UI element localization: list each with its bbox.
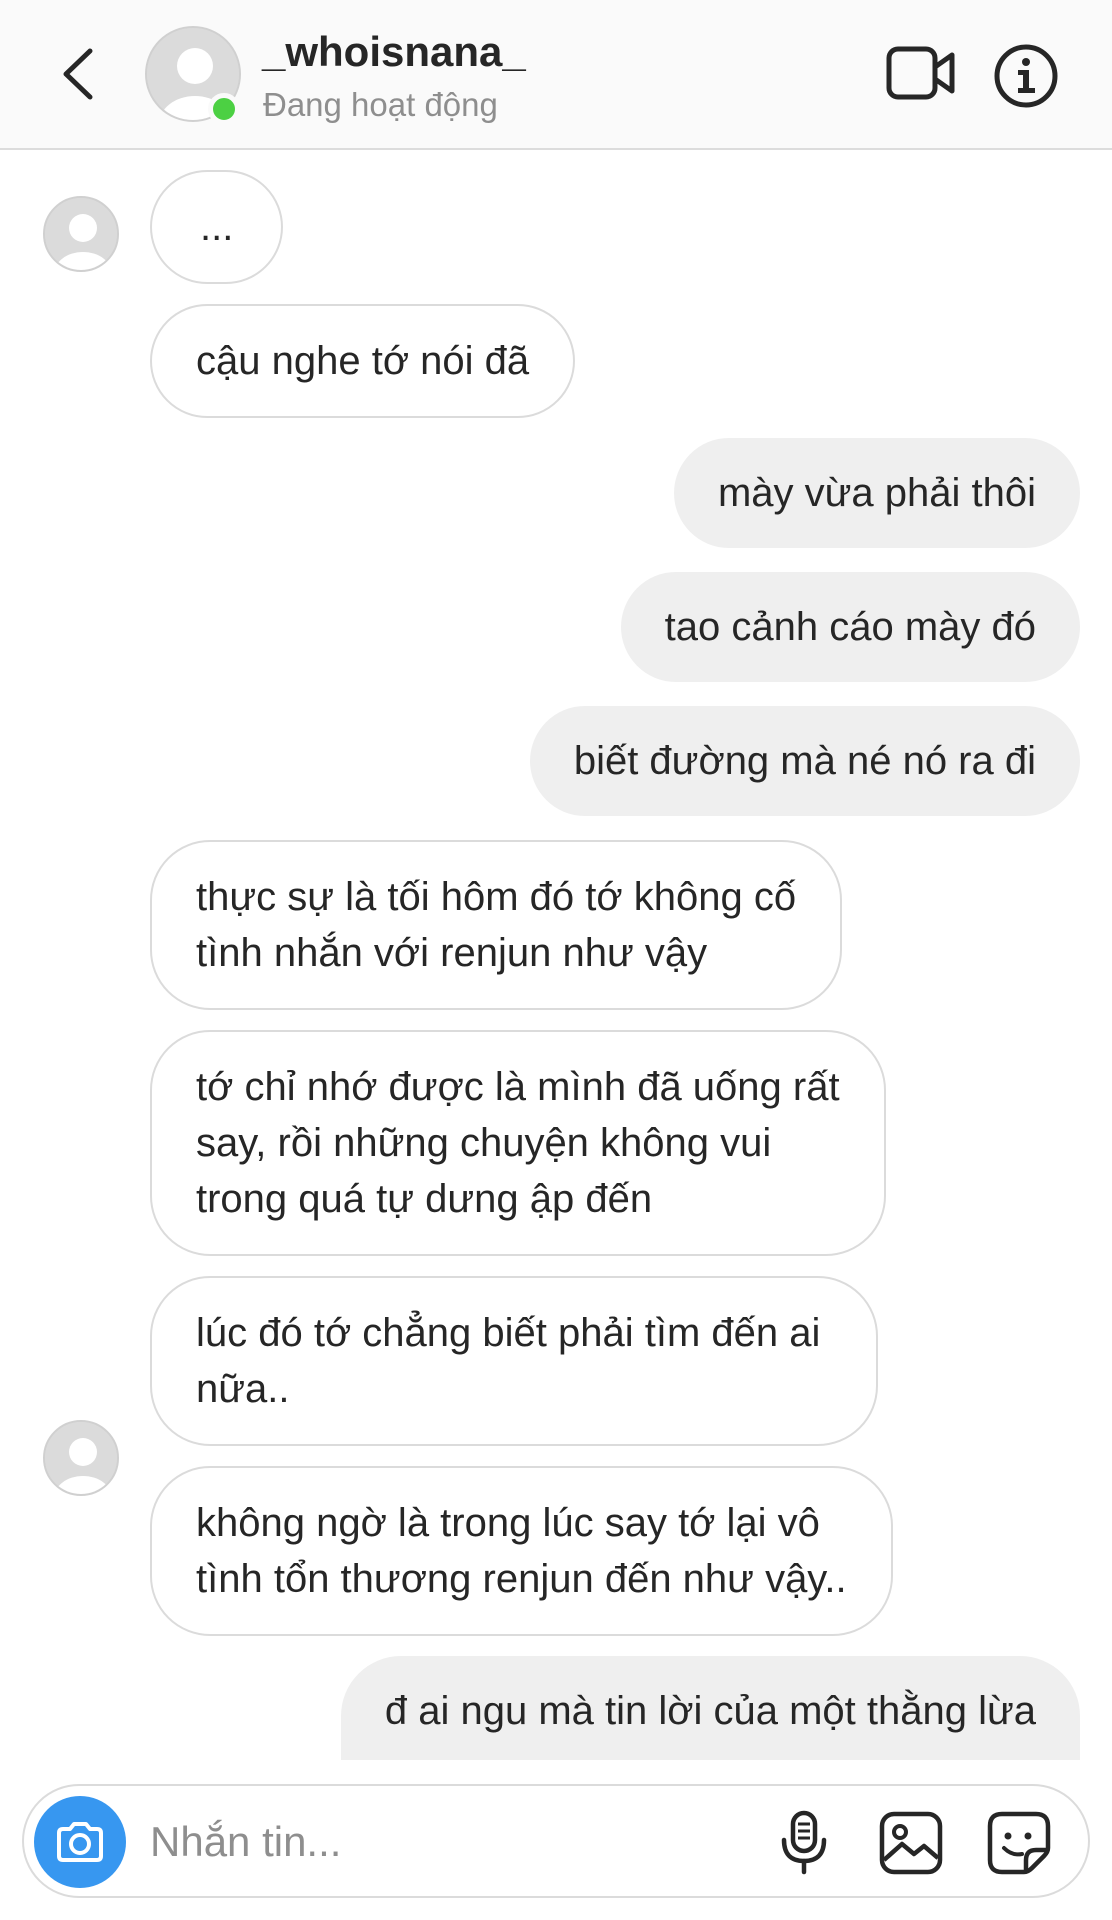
incoming-message-bubble[interactable]: không ngờ là trong lúc say tớ lại vô tìn… [150, 1466, 893, 1636]
sender-avatar[interactable] [43, 196, 119, 272]
camera-icon [57, 1822, 103, 1862]
incoming-message-bubble[interactable]: tớ chỉ nhớ được là mình đã uống rất say,… [150, 1030, 886, 1256]
message-text: tình nhắn với renjun như vậy [196, 931, 708, 975]
message-text: thực sự là tối hôm đó tớ không cố [196, 875, 797, 919]
message-input[interactable] [150, 1810, 650, 1874]
incoming-message-bubble[interactable]: ... [150, 170, 284, 284]
camera-button[interactable] [34, 1796, 126, 1888]
message-text: tao cảnh cáo mày đó [664, 605, 1036, 649]
message-row: biết đường mà né nó ra đi [0, 706, 1112, 824]
message-row: tao cảnh cáo mày đó [0, 572, 1112, 690]
chevron-left-icon [63, 48, 93, 100]
message-row: mày vừa phải thôi [0, 438, 1112, 556]
message-row: lúc đó tớ chẳng biết phải tìm đến ai nữa… [0, 1276, 1112, 1450]
message-row: thực sự là tối hôm đó tớ không cố tình n… [0, 840, 1112, 1014]
sticker-button[interactable] [986, 1810, 1052, 1876]
active-status: Đang hoạt động [263, 86, 498, 123]
default-avatar-icon [45, 1422, 117, 1494]
message-text: trong quá tự dưng ập đến [196, 1177, 653, 1221]
online-indicator [208, 93, 240, 125]
message-text: ... [200, 205, 234, 249]
gallery-button[interactable] [878, 1810, 944, 1876]
image-icon [879, 1811, 943, 1875]
message-text: lúc đó tớ chẳng biết phải tìm đến ai [196, 1311, 821, 1355]
message-row: cậu nghe tớ nói đã [0, 196, 1112, 422]
sender-avatar[interactable] [43, 1420, 119, 1496]
outgoing-message-bubble[interactable]: biết đường mà né nó ra đi [529, 706, 1080, 816]
message-text: nữa.. [196, 1367, 290, 1411]
message-text: tình tổn thương renjun đến như vậy.. [196, 1557, 847, 1601]
sticker-icon [987, 1811, 1051, 1875]
chat-header: _whoisnana_ Đang hoạt động [0, 0, 1112, 150]
incoming-message-bubble[interactable]: lúc đó tớ chẳng biết phải tìm đến ai nữa… [150, 1276, 879, 1446]
message-text: tớ chỉ nhớ được là mình đã uống rất [196, 1065, 840, 1109]
video-call-button[interactable] [886, 45, 956, 101]
message-row: không ngờ là trong lúc say tớ lại vô tìn… [0, 1420, 1112, 1640]
message-text: mày vừa phải thôi [717, 471, 1036, 515]
incoming-message-bubble[interactable]: thực sự là tối hôm đó tớ không cố tình n… [150, 840, 843, 1010]
back-button[interactable] [50, 42, 106, 106]
contact-username[interactable]: _whoisnana_ [262, 28, 526, 76]
video-camera-icon [886, 46, 955, 100]
message-text: biết đường mà né nó ra đi [573, 739, 1036, 783]
microphone-icon [781, 1810, 827, 1875]
outgoing-message-bubble[interactable]: mày vừa phải thôi [673, 438, 1080, 548]
outgoing-message-bubble[interactable]: đ ai ngu mà tin lời của một thằng lừa [340, 1656, 1080, 1760]
info-icon [994, 44, 1058, 108]
message-thread[interactable]: ... cậu nghe tớ nói đã mày vừa phải thôi… [0, 152, 1112, 1760]
message-text: cậu nghe tớ nói đã [196, 339, 530, 383]
incoming-message-bubble[interactable]: cậu nghe tớ nói đã [150, 304, 576, 418]
info-button[interactable] [993, 43, 1059, 109]
message-text: không ngờ là trong lúc say tớ lại vô [196, 1501, 820, 1545]
voice-message-button[interactable] [776, 1810, 832, 1876]
message-composer [22, 1784, 1090, 1898]
message-row: tớ chỉ nhớ được là mình đã uống rất say,… [0, 1030, 1112, 1260]
message-row: đ ai ngu mà tin lời của một thằng lừa [0, 1656, 1112, 1760]
outgoing-message-bubble[interactable]: tao cảnh cáo mày đó [620, 572, 1080, 682]
message-row: ... [0, 170, 1112, 288]
message-text: đ ai ngu mà tin lời của một thằng lừa [384, 1689, 1036, 1733]
message-text: say, rồi những chuyện không vui [196, 1121, 772, 1165]
